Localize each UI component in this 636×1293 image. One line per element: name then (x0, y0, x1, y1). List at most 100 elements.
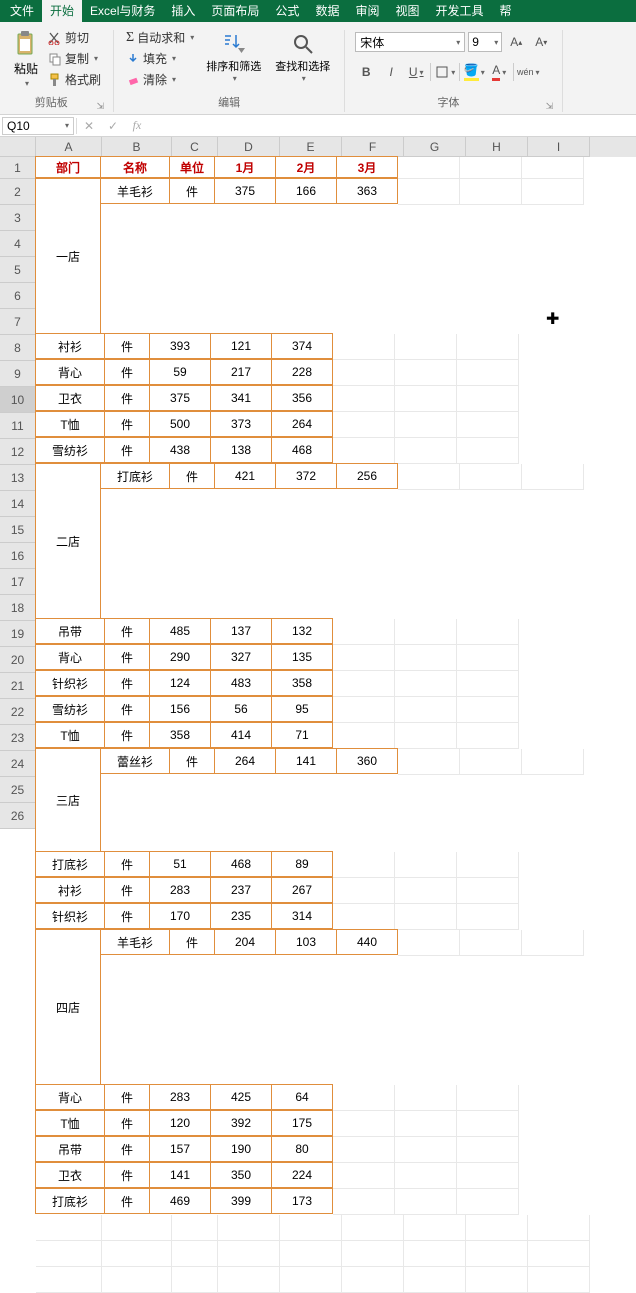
cell[interactable]: 件 (104, 385, 150, 411)
cell[interactable] (457, 697, 519, 723)
cell[interactable]: 372 (275, 463, 337, 489)
cell[interactable] (333, 852, 395, 878)
col-header[interactable]: G (404, 137, 466, 157)
menu-item-10[interactable]: 帮 (492, 0, 520, 22)
row-header[interactable]: 5 (0, 257, 36, 283)
select-all-corner[interactable] (0, 137, 36, 157)
row-header[interactable]: 10 (0, 387, 36, 413)
cell[interactable]: 件 (104, 1136, 150, 1162)
cell[interactable]: 件 (104, 670, 150, 696)
insert-function-button[interactable]: fx (125, 118, 149, 133)
cell[interactable]: 件 (104, 644, 150, 670)
formula-input[interactable] (149, 117, 636, 135)
cell[interactable] (333, 1189, 395, 1215)
cell[interactable] (333, 904, 395, 930)
cell[interactable]: 264 (271, 411, 333, 437)
cell[interactable]: 341 (210, 385, 272, 411)
cell[interactable]: 256 (336, 463, 398, 489)
name-box[interactable]: Q10 ▾ (2, 117, 74, 135)
cell[interactable]: 件 (104, 696, 150, 722)
cell[interactable] (395, 334, 457, 360)
cell[interactable] (398, 157, 460, 179)
cell[interactable]: 80 (271, 1136, 333, 1162)
cell[interactable]: 375 (149, 385, 211, 411)
cell[interactable]: 56 (210, 696, 272, 722)
cell[interactable] (395, 645, 457, 671)
copy-button[interactable]: 复制▾ (46, 49, 103, 68)
cell[interactable] (102, 1241, 172, 1267)
row-header[interactable]: 20 (0, 647, 36, 673)
cell[interactable]: 71 (271, 722, 333, 748)
confirm-edit-button[interactable]: ✓ (101, 119, 125, 133)
border-button[interactable]: ▾ (434, 62, 456, 82)
cell[interactable]: 雪纺衫 (35, 696, 105, 722)
cell[interactable]: 141 (275, 748, 337, 774)
cell[interactable]: 件 (104, 851, 150, 877)
cell[interactable]: 120 (149, 1110, 211, 1136)
cell[interactable]: 399 (210, 1188, 272, 1214)
cell[interactable]: 374 (271, 333, 333, 359)
cell[interactable] (522, 749, 584, 775)
menu-item-0[interactable]: 文件 (2, 0, 42, 22)
cell[interactable] (457, 1111, 519, 1137)
dialog-launcher-icon[interactable]: ⇲ (96, 101, 107, 114)
cell[interactable]: 173 (271, 1188, 333, 1214)
cancel-edit-button[interactable]: ✕ (77, 119, 101, 133)
menu-item-8[interactable]: 视图 (387, 0, 427, 22)
cell[interactable]: 件 (104, 437, 150, 463)
cell[interactable] (333, 386, 395, 412)
cell[interactable]: 针织衫 (35, 903, 105, 929)
cell[interactable]: 64 (271, 1084, 333, 1110)
cell[interactable]: 59 (149, 359, 211, 385)
row-header[interactable]: 8 (0, 335, 36, 361)
cell[interactable]: 衬衫 (35, 877, 105, 903)
cell[interactable]: 二店 (35, 463, 101, 619)
cell[interactable] (522, 464, 584, 490)
paste-button[interactable]: 粘贴 ▾ (10, 28, 42, 90)
menu-item-5[interactable]: 公式 (267, 0, 307, 22)
cell[interactable]: 124 (149, 670, 211, 696)
cell[interactable] (457, 1163, 519, 1189)
cell[interactable] (457, 412, 519, 438)
cell[interactable] (528, 1241, 590, 1267)
cell[interactable]: 135 (271, 644, 333, 670)
cell[interactable] (280, 1267, 342, 1293)
cell[interactable] (457, 723, 519, 749)
sort-filter-button[interactable]: 排序和筛选 ▾ (202, 28, 265, 85)
menu-item-6[interactable]: 数据 (307, 0, 347, 22)
cell[interactable]: 103 (275, 929, 337, 955)
col-header[interactable]: B (102, 137, 172, 157)
cell[interactable] (172, 1267, 218, 1293)
cell[interactable] (395, 671, 457, 697)
cell[interactable]: 件 (169, 178, 215, 204)
cell[interactable] (333, 1163, 395, 1189)
cell[interactable] (342, 1215, 404, 1241)
cell[interactable] (333, 619, 395, 645)
row-header[interactable]: 6 (0, 283, 36, 309)
cell[interactable] (395, 723, 457, 749)
cell[interactable]: 267 (271, 877, 333, 903)
cell[interactable]: 440 (336, 929, 398, 955)
row-header[interactable]: 9 (0, 361, 36, 387)
cell[interactable] (333, 1085, 395, 1111)
cell[interactable]: 421 (214, 463, 276, 489)
cell[interactable] (172, 1241, 218, 1267)
row-header[interactable]: 14 (0, 491, 36, 517)
cell[interactable] (457, 1189, 519, 1215)
row-header[interactable]: 22 (0, 699, 36, 725)
cell[interactable] (342, 1267, 404, 1293)
cell[interactable] (457, 619, 519, 645)
cell[interactable] (398, 930, 460, 956)
cell[interactable]: 名称 (100, 156, 170, 178)
cell[interactable]: 背心 (35, 644, 105, 670)
cell[interactable]: 414 (210, 722, 272, 748)
cell[interactable]: 373 (210, 411, 272, 437)
cell[interactable]: 392 (210, 1110, 272, 1136)
col-header[interactable]: I (528, 137, 590, 157)
cell[interactable]: 件 (169, 748, 215, 774)
cell[interactable] (457, 360, 519, 386)
cell[interactable]: 156 (149, 696, 211, 722)
cell[interactable]: 件 (104, 359, 150, 385)
cell[interactable] (395, 1111, 457, 1137)
row-header[interactable]: 4 (0, 231, 36, 257)
